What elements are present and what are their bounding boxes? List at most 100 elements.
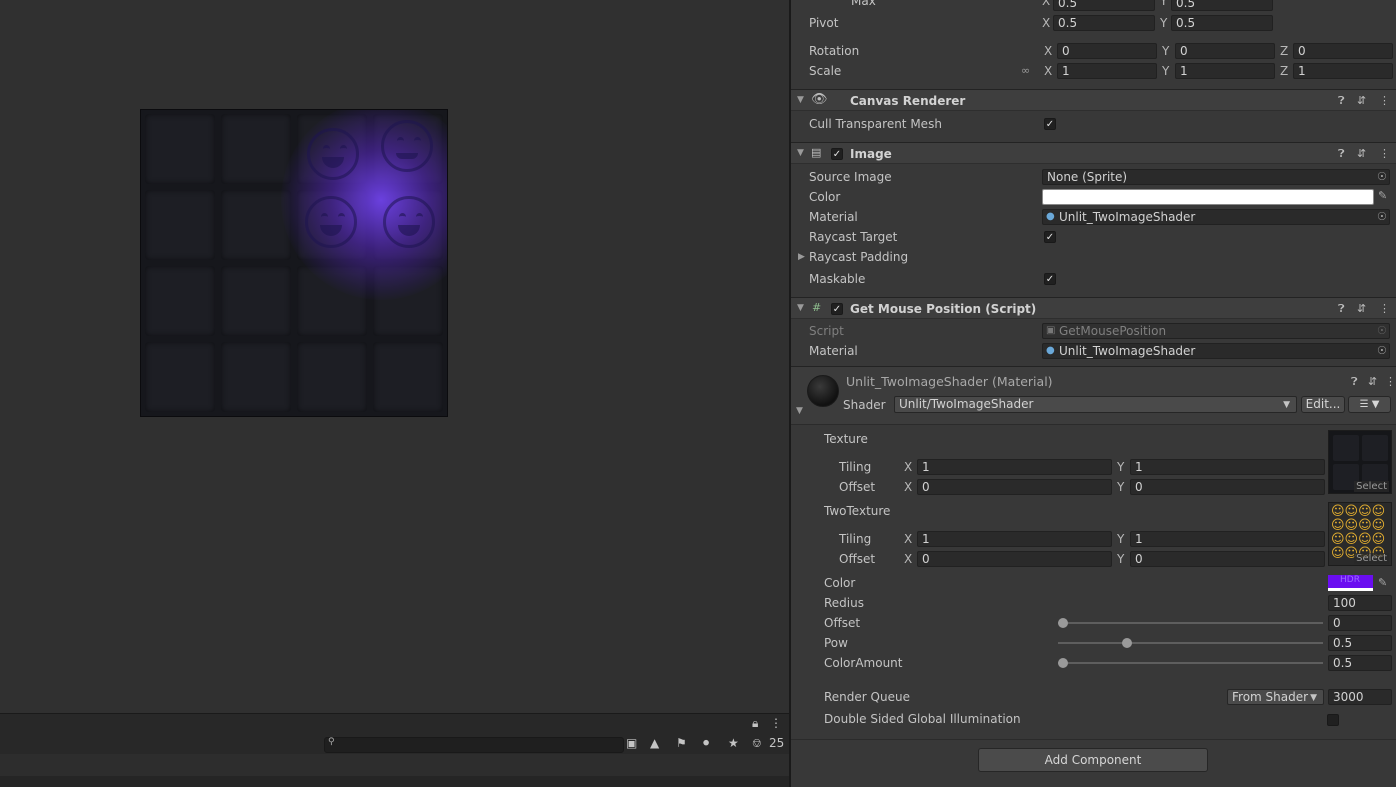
foldout-arrow-icon[interactable]: ▼ <box>797 303 804 313</box>
tag-icon[interactable]: ⚑ <box>676 736 687 750</box>
offset-slider-track[interactable] <box>1058 622 1323 624</box>
two-texture-tiling-x[interactable]: 1 <box>917 531 1112 547</box>
object-picker-icon[interactable]: ☉ <box>1377 210 1387 223</box>
scale-x-field[interactable]: 1 <box>1057 63 1157 79</box>
pow-slider-knob[interactable] <box>1121 638 1132 648</box>
pow-slider-track[interactable] <box>1058 642 1323 644</box>
source-image-field[interactable]: None (Sprite) <box>1042 169 1390 185</box>
offset-label: Offset <box>839 552 876 566</box>
rotation-z-field[interactable]: 0 <box>1293 43 1393 59</box>
two-texture-tiling-y[interactable]: 1 <box>1130 531 1325 547</box>
axis-z: Z <box>1280 44 1289 58</box>
sliders-icon[interactable]: ⇵ <box>1357 147 1366 160</box>
offset-slider-knob[interactable] <box>1058 618 1068 628</box>
material-field[interactable]: ● Unlit_TwoImageShader <box>1042 209 1390 225</box>
texture-tiling-x[interactable]: 1 <box>917 459 1112 475</box>
texture-offset-x[interactable]: 0 <box>917 479 1112 495</box>
add-component-button[interactable]: Add Component <box>978 748 1208 772</box>
sliders-icon[interactable]: ⇵ <box>1368 375 1377 388</box>
two-texture-offset-x[interactable]: 0 <box>917 551 1112 567</box>
raycast-padding-label[interactable]: Raycast Padding <box>809 250 908 264</box>
script-icon: # <box>812 301 822 314</box>
raycast-target-checkbox[interactable]: ✓ <box>1044 231 1056 243</box>
two-texture-select-button[interactable]: Select <box>1354 553 1389 564</box>
question-circle-icon[interactable]: ❓︎ <box>1338 302 1345 316</box>
canvas-renderer-title: Canvas Renderer <box>850 94 966 108</box>
shader-dropdown[interactable]: Unlit/TwoImageShader ▼ <box>894 396 1297 413</box>
object-picker-icon[interactable]: ☉ <box>1377 170 1387 183</box>
object-picker-icon[interactable]: ☉ <box>1377 344 1387 357</box>
star-icon[interactable]: ★ <box>728 736 739 750</box>
kebab-menu-icon[interactable]: ⋮ <box>1379 147 1390 160</box>
kebab-menu-icon[interactable]: ⋮ <box>770 716 782 730</box>
axis-x: X <box>904 480 913 494</box>
shader-options-button[interactable]: ☰ ▼ <box>1348 396 1391 413</box>
material-preview-sphere <box>807 375 839 407</box>
kebab-menu-icon[interactable]: ⋮ <box>1379 302 1390 315</box>
foldout-arrow-icon[interactable]: ▶ <box>798 252 805 262</box>
maskable-checkbox[interactable]: ✓ <box>1044 273 1056 285</box>
scale-z-field[interactable]: 1 <box>1293 63 1393 79</box>
question-circle-icon[interactable]: ❓︎ <box>1351 375 1358 389</box>
rotation-x-field[interactable]: 0 <box>1057 43 1157 59</box>
image-enabled-checkbox[interactable]: ✓ <box>831 148 843 160</box>
scale-y-field[interactable]: 1 <box>1175 63 1275 79</box>
two-texture-offset-y[interactable]: 0 <box>1130 551 1325 567</box>
rotation-y-field[interactable]: 0 <box>1175 43 1275 59</box>
foldout-arrow-icon[interactable]: ▼ <box>797 95 804 105</box>
script-material-field[interactable]: ● Unlit_TwoImageShader <box>1042 343 1390 359</box>
sliders-icon[interactable]: ⇵ <box>1357 302 1366 315</box>
console-body <box>0 754 789 776</box>
search-by-type-icon[interactable]: ▣ <box>626 736 637 750</box>
axis-x: X <box>1044 64 1053 78</box>
constrain-proportions-icon[interactable]: ∞ <box>1021 64 1030 77</box>
cull-transparent-checkbox[interactable]: ✓ <box>1044 118 1056 130</box>
two-texture-thumbnail[interactable]: ☺☺☺☺☺☺☺☺☺☺☺☺☺☺☺☺ Select <box>1328 502 1392 566</box>
eyedropper-icon[interactable]: ✎ <box>1378 576 1387 589</box>
kebab-menu-icon[interactable]: ⋮ <box>1385 375 1396 388</box>
image-component-icon: ▤ <box>811 146 822 159</box>
foldout-arrow-icon[interactable]: ▼ <box>797 148 804 158</box>
question-circle-icon[interactable]: ❓︎ <box>1338 94 1345 108</box>
texture-select-button[interactable]: Select <box>1354 481 1389 492</box>
texture-offset-y[interactable]: 0 <box>1130 479 1325 495</box>
pivot-x-field[interactable]: 0.5 <box>1053 15 1155 31</box>
render-queue-dropdown[interactable]: From Shader ▼ <box>1227 689 1324 705</box>
canvas-renderer-header[interactable]: ▼ 👁︎ Canvas Renderer ❓︎ ⇵ ⋮ <box>791 89 1396 111</box>
color-amount-field[interactable]: 0.5 <box>1328 655 1392 671</box>
color-amount-slider-track[interactable] <box>1058 662 1323 664</box>
eyedropper-icon[interactable]: ✎ <box>1378 189 1387 202</box>
question-circle-icon[interactable]: ❓︎ <box>1338 147 1345 161</box>
mouse-script-header[interactable]: ▼ # ✓ Get Mouse Position (Script) ❓︎ ⇵ ⋮ <box>791 297 1396 319</box>
lock-icon[interactable]: 🔒︎ <box>752 716 758 731</box>
tiling-label: Tiling <box>839 460 872 474</box>
dsgi-checkbox[interactable] <box>1327 714 1339 726</box>
scene-view[interactable] <box>0 0 789 713</box>
max-y-field[interactable]: 0.5 <box>1171 0 1273 11</box>
script-value: GetMousePosition <box>1059 324 1167 338</box>
render-queue-field[interactable]: 3000 <box>1328 689 1392 705</box>
pivot-y-field[interactable]: 0.5 <box>1171 15 1273 31</box>
axis-z: Z <box>1280 64 1289 78</box>
color-amount-slider-knob[interactable] <box>1058 658 1068 668</box>
offset-prop-field[interactable]: 0 <box>1328 615 1392 631</box>
filter-type-icon[interactable]: ▲ <box>650 736 659 750</box>
foldout-arrow-icon[interactable]: ▼ <box>796 406 803 416</box>
texture-thumbnail[interactable]: Select <box>1328 430 1392 494</box>
image-header[interactable]: ▼ ▤ ✓ Image ❓︎ ⇵ ⋮ <box>791 142 1396 164</box>
kebab-menu-icon[interactable]: ⋮ <box>1379 94 1390 107</box>
sliders-icon[interactable]: ⇵ <box>1357 94 1366 107</box>
edit-shader-button[interactable]: Edit... <box>1301 396 1345 413</box>
hidden-eye-icon[interactable]: ⎊ <box>752 736 762 751</box>
max-x-field[interactable]: 0.5 <box>1053 0 1155 11</box>
hdr-color-swatch[interactable]: HDR <box>1328 575 1373 591</box>
redius-field[interactable]: 100 <box>1328 595 1392 611</box>
image-preview[interactable] <box>140 109 448 417</box>
color-swatch[interactable] <box>1042 189 1374 205</box>
texture-tiling-y[interactable]: 1 <box>1130 459 1325 475</box>
search-input[interactable]: ⚲ <box>324 737 624 753</box>
axis-y: Y <box>1117 532 1125 546</box>
pow-field[interactable]: 0.5 <box>1328 635 1392 651</box>
script-enabled-checkbox[interactable]: ✓ <box>831 303 843 315</box>
error-icon[interactable]: ⚫ <box>701 736 711 750</box>
